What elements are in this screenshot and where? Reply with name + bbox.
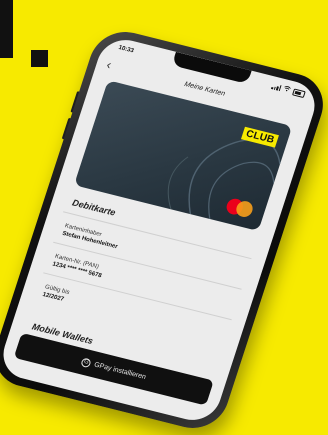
phone-screen: 10:33 ‹ Meine Karten CLUB Debitkarte Kar… xyxy=(0,34,322,426)
status-icons xyxy=(271,82,306,98)
page-title: Meine Karten xyxy=(183,80,227,98)
decorative-black-bar xyxy=(0,0,13,58)
status-time: 10:33 xyxy=(117,44,135,55)
google-pay-icon: G xyxy=(80,356,92,368)
gpay-install-label: GPay installieren xyxy=(93,361,147,381)
battery-icon xyxy=(292,88,306,98)
gpay-install-button[interactable]: G GPay installieren xyxy=(13,332,214,406)
signal-icon xyxy=(271,83,282,92)
phone-mockup: 10:33 ‹ Meine Karten CLUB Debitkarte Kar… xyxy=(0,24,328,435)
decorative-black-square xyxy=(31,50,48,67)
wifi-icon xyxy=(282,85,291,94)
valid-until-field: Gültig bis 12/2027 xyxy=(41,283,71,304)
chevron-left-icon[interactable]: ‹ xyxy=(105,57,114,72)
